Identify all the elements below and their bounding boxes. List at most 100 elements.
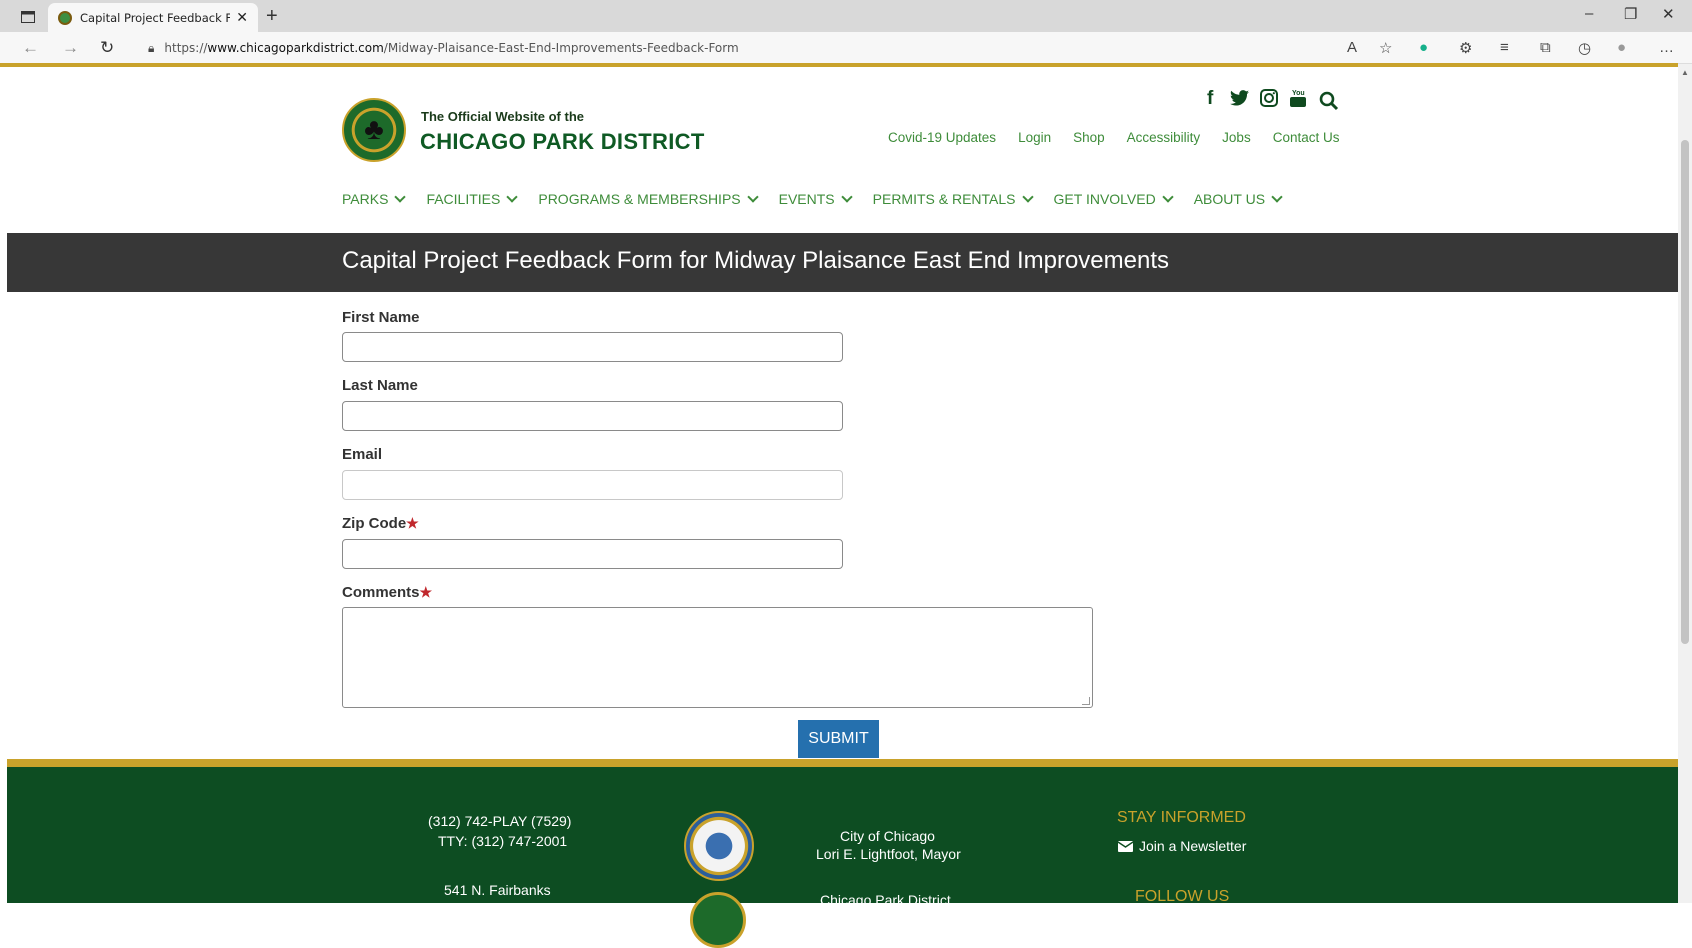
close-tab-icon[interactable]: ✕ xyxy=(236,9,248,26)
required-star-icon: ★ xyxy=(419,584,433,600)
chevron-down-icon xyxy=(1271,191,1283,203)
instagram-icon[interactable] xyxy=(1260,89,1278,113)
extensions-icon[interactable]: ⚙ xyxy=(1459,39,1472,57)
link-covid-updates[interactable]: Covid-19 Updates xyxy=(888,130,996,145)
new-tab-icon[interactable]: + xyxy=(266,5,278,28)
tree-icon: ♣ xyxy=(364,113,384,146)
history-icon[interactable]: ◷ xyxy=(1578,39,1591,57)
chevron-down-icon xyxy=(506,191,519,203)
zip-code-field[interactable] xyxy=(342,539,843,569)
restore-icon[interactable]: ❐ xyxy=(1624,5,1637,23)
page-scrollbar[interactable]: ▲ xyxy=(1678,64,1692,903)
comments-label-row: Comments★ xyxy=(342,584,432,601)
main-navigation: PARKS FACILITIES PROGRAMS & MEMBERSHIPS … xyxy=(342,191,1303,207)
last-name-field[interactable] xyxy=(342,401,843,431)
search-icon[interactable] xyxy=(1319,91,1339,117)
link-login[interactable]: Login xyxy=(1018,130,1051,145)
nav-about-us[interactable]: ABOUT US xyxy=(1193,191,1283,207)
twitter-icon[interactable] xyxy=(1230,90,1249,112)
scroll-up-icon[interactable]: ▲ xyxy=(1681,68,1689,77)
footer-address: 541 N. Fairbanks xyxy=(444,882,551,898)
svg-text:You: You xyxy=(1292,90,1305,97)
link-jobs[interactable]: Jobs xyxy=(1222,130,1251,145)
required-star-icon: ★ xyxy=(406,515,419,531)
footer-mayor-line: Lori E. Lightfoot, Mayor xyxy=(816,846,961,862)
link-accessibility[interactable]: Accessibility xyxy=(1127,130,1201,145)
comments-textarea[interactable] xyxy=(342,607,1093,708)
footer-city-line: City of Chicago xyxy=(840,828,935,844)
facebook-icon[interactable]: f xyxy=(1207,88,1213,110)
back-icon[interactable]: ← xyxy=(22,38,39,58)
comments-label: Comments xyxy=(342,584,420,601)
footer-phone[interactable]: (312) 742-PLAY (7529) xyxy=(428,813,571,829)
minimize-icon[interactable]: – xyxy=(1585,5,1593,22)
page-title: Capital Project Feedback Form for Midway… xyxy=(342,247,1170,274)
profile-avatar-icon[interactable]: ● xyxy=(1617,39,1626,56)
first-name-label: First Name xyxy=(342,309,420,326)
chevron-down-icon xyxy=(746,191,759,203)
nav-label: PROGRAMS & MEMBERSHIPS xyxy=(538,191,741,207)
window-close-icon[interactable]: ✕ xyxy=(1662,5,1675,23)
park-district-footer-seal[interactable] xyxy=(690,892,746,948)
url-path: /Midway-Plaisance-East-End-Improvements-… xyxy=(383,41,739,55)
resize-handle-icon[interactable] xyxy=(1082,697,1090,705)
nav-events[interactable]: EVENTS xyxy=(778,191,853,207)
link-shop[interactable]: Shop xyxy=(1073,130,1105,145)
nav-label: EVENTS xyxy=(778,191,835,207)
email-label: Email xyxy=(342,446,383,463)
follow-us-heading: FOLLOW US xyxy=(1135,888,1230,905)
zip-code-label-row: Zip Code★ xyxy=(342,515,419,532)
tab-title: Capital Project Feedback Form fo xyxy=(80,10,230,25)
url-field[interactable]: 🔒︎ https://www.chicagoparkdistrict.com/M… xyxy=(130,36,1330,60)
nav-label: PARKS xyxy=(342,191,389,207)
tab-actions-icon[interactable] xyxy=(14,6,42,28)
grammarly-icon[interactable]: ● xyxy=(1419,39,1428,56)
nav-get-involved[interactable]: GET INVOLVED xyxy=(1053,191,1174,207)
zip-code-label: Zip Code xyxy=(342,515,407,532)
official-site-line: The Official Website of the xyxy=(421,109,585,124)
site-favicon-icon xyxy=(58,10,72,25)
read-aloud-icon[interactable]: A xyxy=(1347,39,1357,56)
scrollbar-thumb[interactable] xyxy=(1681,140,1689,644)
url-prefix: https:// xyxy=(164,41,208,55)
youtube-icon[interactable]: You xyxy=(1289,88,1307,114)
city-of-chicago-seal[interactable] xyxy=(684,811,754,881)
nav-label: GET INVOLVED xyxy=(1053,191,1156,207)
newsletter-label: Join a Newsletter xyxy=(1139,838,1247,854)
chevron-down-icon xyxy=(394,191,407,203)
utility-links: Covid-19 Updates Login Shop Accessibilit… xyxy=(888,130,1339,145)
favorites-list-icon[interactable]: ≡ xyxy=(1500,39,1509,56)
newsletter-link[interactable]: Join a Newsletter xyxy=(1118,838,1246,854)
footer-accent-line xyxy=(7,759,1678,767)
nav-facilities[interactable]: FACILITIES xyxy=(426,191,519,207)
favorite-icon[interactable]: ☆ xyxy=(1379,39,1392,57)
email-field[interactable] xyxy=(342,470,843,500)
nav-label: FACILITIES xyxy=(426,191,501,207)
nav-parks[interactable]: PARKS xyxy=(342,191,407,207)
nav-permits-rentals[interactable]: PERMITS & RENTALS xyxy=(872,191,1034,207)
footer-cpd-line: Chicago Park District xyxy=(820,892,951,908)
more-menu-icon[interactable]: … xyxy=(1659,39,1674,56)
address-bar-row: ← → ↻ 🔒︎ https://www.chicagoparkdistrict… xyxy=(0,32,1692,64)
chevron-down-icon xyxy=(1162,191,1174,203)
refresh-icon[interactable]: ↻ xyxy=(100,38,114,58)
park-district-seal-logo[interactable]: ♣ xyxy=(342,98,406,162)
page-title-band: Capital Project Feedback Form for Midway… xyxy=(7,233,1678,292)
browser-tab[interactable]: Capital Project Feedback Form fo ✕ xyxy=(48,3,258,32)
stay-informed-heading: STAY INFORMED xyxy=(1117,809,1246,826)
chevron-down-icon xyxy=(840,191,853,203)
lock-icon: 🔒︎ xyxy=(148,40,155,55)
forward-icon[interactable]: → xyxy=(62,38,79,58)
url-host: www.chicagoparkdistrict.com xyxy=(207,41,384,55)
footer-tty[interactable]: TTY: (312) 747-2001 xyxy=(438,833,567,849)
nav-programs-memberships[interactable]: PROGRAMS & MEMBERSHIPS xyxy=(538,191,759,207)
header-accent-line xyxy=(0,63,1678,67)
submit-button[interactable]: SUBMIT xyxy=(798,720,879,758)
collections-icon[interactable]: ⧉ xyxy=(1540,39,1551,56)
envelope-icon xyxy=(1118,840,1133,852)
nav-label: PERMITS & RENTALS xyxy=(872,191,1016,207)
link-contact-us[interactable]: Contact Us xyxy=(1273,130,1340,145)
first-name-field[interactable] xyxy=(342,332,843,362)
nav-label: ABOUT US xyxy=(1193,191,1266,207)
site-name[interactable]: CHICAGO PARK DISTRICT xyxy=(420,129,705,155)
